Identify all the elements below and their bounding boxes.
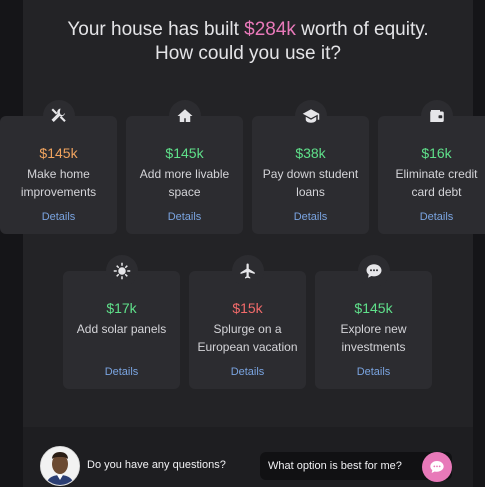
details-link[interactable]: Details bbox=[315, 366, 432, 378]
chat-prompt: Do you have any questions? bbox=[87, 459, 226, 471]
option-label: Explore new investments bbox=[340, 322, 407, 354]
details-link[interactable]: Details bbox=[0, 211, 117, 223]
chat-send-button[interactable] bbox=[422, 452, 452, 482]
main-panel: Your house has built $284k worth of equi… bbox=[23, 0, 473, 487]
option-amount: $15k bbox=[232, 300, 263, 316]
option-card-livable-space[interactable]: $145k Add more livable space Details bbox=[126, 100, 243, 234]
equity-amount: $284k bbox=[244, 19, 296, 40]
option-card-credit-card-debt[interactable]: $16k Eliminate credit card debt Details bbox=[378, 100, 485, 234]
option-amount: $145k bbox=[39, 145, 78, 161]
chat-send-icon bbox=[430, 461, 444, 473]
house-icon bbox=[168, 100, 201, 132]
chat-bubble-icon bbox=[357, 255, 390, 287]
option-card-home-improvements[interactable]: $145k Make home improvements Details bbox=[0, 100, 117, 234]
option-label: Eliminate credit card debt bbox=[395, 167, 478, 199]
option-card-new-investments[interactable]: $145k Explore new investments Details bbox=[315, 255, 432, 389]
option-amount: $145k bbox=[354, 300, 393, 316]
details-link[interactable]: Details bbox=[126, 211, 243, 223]
option-label: Pay down student loans bbox=[262, 167, 359, 199]
graduation-cap-icon bbox=[294, 100, 327, 132]
advisor-avatar bbox=[40, 446, 80, 486]
option-label: Make home improvements bbox=[20, 167, 97, 199]
option-label: Add solar panels bbox=[76, 322, 167, 336]
wallet-icon bbox=[420, 100, 453, 132]
option-amount: $16k bbox=[421, 145, 452, 161]
option-card-student-loans[interactable]: $38k Pay down student loans Details bbox=[252, 100, 369, 234]
option-label: Add more livable space bbox=[139, 167, 230, 199]
option-amount: $145k bbox=[165, 145, 204, 161]
tools-icon bbox=[42, 100, 75, 132]
option-card-european-vacation[interactable]: $15k Splurge on a European vacation Deta… bbox=[189, 255, 306, 389]
details-link[interactable]: Details bbox=[63, 366, 180, 378]
airplane-icon bbox=[231, 255, 264, 287]
details-link[interactable]: Details bbox=[378, 211, 485, 223]
sun-icon bbox=[105, 255, 138, 287]
headline: Your house has built $284k worth of equi… bbox=[67, 19, 429, 64]
option-amount: $38k bbox=[295, 145, 326, 161]
option-card-solar-panels[interactable]: $17k Add solar panels Details bbox=[63, 255, 180, 389]
details-link[interactable]: Details bbox=[189, 366, 306, 378]
option-label: Splurge on a European vacation bbox=[197, 322, 298, 354]
option-amount: $17k bbox=[106, 300, 137, 316]
details-link[interactable]: Details bbox=[252, 211, 369, 223]
